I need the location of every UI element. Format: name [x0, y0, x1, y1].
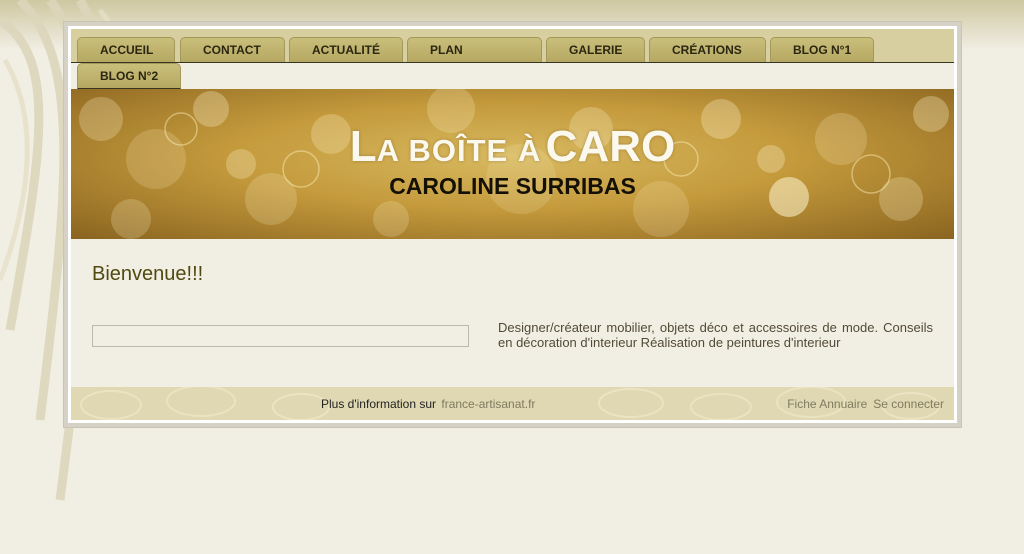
fiche-annuaire-link[interactable]: Fiche Annuaire: [787, 397, 867, 411]
tab-plan[interactable]: PLAN: [407, 37, 542, 62]
se-connecter-link[interactable]: Se connecter: [873, 397, 944, 411]
footer-info: Plus d'information sur france-artisanat.…: [321, 397, 535, 411]
tab-actualite[interactable]: ACTUALITÉ: [289, 37, 403, 62]
site-page: ACCUEIL CONTACT ACTUALITÉ PLAN GALERIE C…: [71, 29, 954, 420]
footer-links: Fiche Annuaire Se connecter: [787, 397, 944, 411]
footer-info-prefix: Plus d'information sur: [321, 397, 437, 411]
tab-blog2[interactable]: BLOG N°2: [77, 63, 181, 89]
site-subtitle: CAROLINE SURRIBAS: [389, 173, 636, 199]
empty-content-box: [92, 325, 469, 347]
tab-contact[interactable]: CONTACT: [180, 37, 285, 62]
tab-accueil[interactable]: ACCUEIL: [77, 37, 175, 62]
france-artisanat-link[interactable]: france-artisanat.fr: [441, 397, 535, 411]
tab-blog1[interactable]: BLOG N°1: [770, 37, 874, 62]
title-caro: CARO: [545, 122, 676, 171]
tab-creations[interactable]: CRÉATIONS: [649, 37, 766, 62]
footer: Plus d'information sur france-artisanat.…: [71, 387, 954, 420]
site-title: LA BOÎTE À CARO: [71, 122, 954, 172]
site-frame-inner: ACCUEIL CONTACT ACTUALITÉ PLAN GALERIE C…: [68, 26, 957, 423]
title-middle: A BOÎTE À: [376, 133, 542, 168]
tab-galerie[interactable]: GALERIE: [546, 37, 645, 62]
title-initial: L: [349, 122, 377, 171]
welcome-heading: Bienvenue!!!: [92, 263, 204, 285]
header-banner: LA BOÎTE À CARO CAROLINE SURRIBAS: [71, 89, 954, 239]
main-nav: ACCUEIL CONTACT ACTUALITÉ PLAN GALERIE C…: [71, 29, 954, 89]
site-frame: ACCUEIL CONTACT ACTUALITÉ PLAN GALERIE C…: [63, 21, 962, 428]
site-description: Designer/créateur mobilier, objets déco …: [498, 320, 933, 350]
